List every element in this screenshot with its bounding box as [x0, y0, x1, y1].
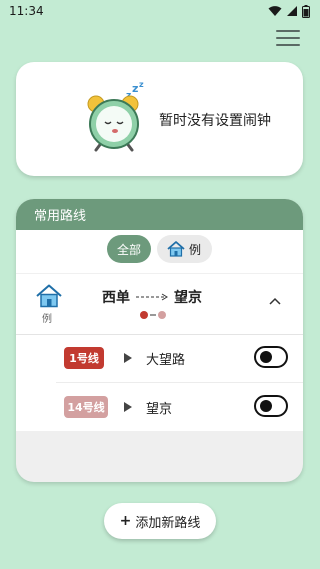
route-home — [36, 284, 62, 312]
line-station-name: 望京 — [146, 402, 173, 417]
svg-text:z: z — [139, 82, 144, 89]
line-station-name: 大望路 — [146, 353, 186, 368]
status-time: 11:34 — [9, 4, 44, 18]
arrow-right-icon — [136, 293, 168, 301]
line-toggle[interactable] — [254, 395, 288, 417]
menu-icon-bar — [276, 44, 300, 46]
route-from-station: 西单 — [102, 290, 130, 306]
toggle-knob — [260, 400, 272, 412]
filter-chip-example-label: 例 — [188, 242, 201, 257]
route-home-label: 例 — [42, 314, 52, 325]
toggle-knob — [260, 351, 272, 363]
menu-icon-bar — [276, 37, 300, 39]
filter-chip-all[interactable]: 全部 — [106, 235, 151, 263]
plus-icon: + — [119, 513, 132, 529]
line-row: 1号线 大望路 — [56, 335, 303, 383]
line-toggle[interactable] — [254, 346, 288, 368]
menu-button[interactable] — [276, 26, 300, 50]
filter-chip-all-label: 全部 — [116, 242, 141, 257]
routes-card: 常用路线 全部 例 例 西单 望京 1号线 大望路 14号线 望京 — [16, 199, 303, 482]
alarm-empty-text: 暂时没有设置闹钟 — [159, 113, 271, 129]
route-line-dots — [140, 311, 166, 319]
route-stations: 西单 望京 — [102, 287, 202, 307]
alarm-card: z z z 暂时没有设置闹钟 — [16, 62, 303, 176]
signal-icon — [287, 6, 297, 16]
line-dot — [158, 311, 166, 319]
line-dot — [140, 311, 148, 319]
add-route-button[interactable]: + 添加新路线 — [104, 503, 216, 539]
routes-body: 全部 例 例 西单 望京 1号线 大望路 14号线 望京 — [16, 230, 303, 431]
add-route-label: 添加新路线 — [135, 515, 201, 531]
filter-row: 全部 例 — [16, 235, 303, 263]
route-to-station: 望京 — [174, 290, 202, 306]
line-badge: 14号线 — [64, 396, 108, 418]
routes-header-title: 常用路线 — [34, 209, 87, 224]
chevron-up-icon[interactable] — [269, 297, 281, 305]
status-bar: 11:34 — [0, 0, 320, 22]
routes-header: 常用路线 — [16, 199, 303, 230]
line-badge-label: 1号线 — [69, 352, 99, 365]
line-badge-label: 14号线 — [67, 401, 105, 414]
line-badge: 1号线 — [64, 347, 104, 369]
line-row: 14号线 望京 — [56, 384, 303, 432]
route-row[interactable]: 例 西单 望京 — [16, 273, 303, 335]
play-icon — [124, 402, 132, 412]
battery-icon — [302, 4, 310, 18]
svg-text:z: z — [132, 82, 138, 95]
filter-chip-example[interactable]: 例 — [156, 235, 212, 263]
dash-icon — [150, 314, 156, 316]
play-icon — [124, 353, 132, 363]
menu-icon-bar — [276, 30, 300, 32]
sleeping-alarm-clock-icon: z z z — [87, 82, 144, 152]
home-icon — [36, 284, 62, 308]
home-icon — [167, 241, 185, 257]
status-icons — [268, 4, 310, 18]
wifi-icon — [268, 6, 282, 16]
